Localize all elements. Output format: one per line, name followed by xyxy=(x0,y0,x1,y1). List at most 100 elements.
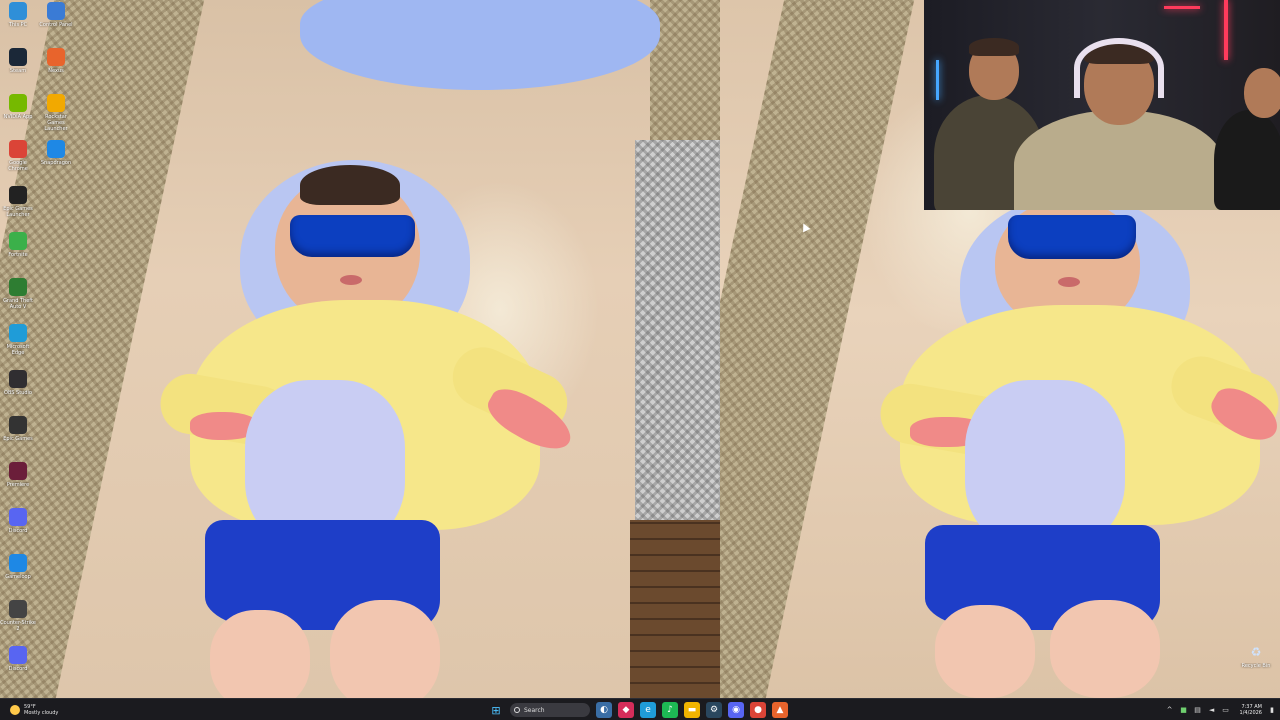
neon-light xyxy=(1164,6,1200,9)
baby-figure-right xyxy=(875,195,1280,698)
desktop-shortcut[interactable]: Gameloop xyxy=(0,554,36,600)
weather-widget[interactable]: 59°F Mostly cloudy xyxy=(10,700,58,720)
person-right-head xyxy=(1244,68,1280,118)
neon-light-blue xyxy=(936,60,939,100)
desktop-shortcut-label: Microsoft Edge xyxy=(6,344,30,356)
taskbar-app-chrome[interactable]: ● xyxy=(750,702,766,718)
gta-icon xyxy=(9,278,27,296)
desktop-shortcut[interactable]: OBS Studio xyxy=(0,370,36,416)
person-center xyxy=(1014,110,1224,210)
wooden-deck xyxy=(630,520,720,698)
desktop-icons-column-2: Control Panel Nexus Rockstar Games Launche… xyxy=(38,2,74,186)
desktop-shortcut-label: Control Panel xyxy=(39,22,73,28)
left-leg xyxy=(210,610,310,698)
blue-towel xyxy=(300,0,660,90)
system-tray: ^ ■ ▤ ◄ ▭ 7:37 AM 1/4/2026 ▮ xyxy=(1166,700,1276,720)
desktop-shortcut-label: Epic Games Launcher xyxy=(3,206,33,218)
taskbar-app-widgets[interactable]: ◐ xyxy=(596,702,612,718)
desktop-shortcut-label: Snapdragon xyxy=(40,160,72,166)
desktop-shortcut[interactable]: Steam xyxy=(0,48,36,94)
desktop-shortcut[interactable]: Fortnite xyxy=(0,232,36,278)
rockstar-icon xyxy=(47,94,65,112)
taskbar-app-steam[interactable]: ⚙ xyxy=(706,702,722,718)
desktop-shortcut-label: Counter-Strike 2 xyxy=(0,620,36,632)
desktop-shortcut[interactable]: This PC xyxy=(0,2,36,48)
desktop-shortcut[interactable]: Grand Theft Auto V xyxy=(0,278,36,324)
desktop-shortcut[interactable]: Rockstar Games Launcher xyxy=(38,94,74,140)
desktop-shortcut[interactable]: NVIDIA App xyxy=(0,94,36,140)
baby-figure-left xyxy=(155,150,600,698)
cloud-sun-icon xyxy=(10,705,20,715)
headset xyxy=(1074,38,1164,98)
desktop-shortcut-label: OBS Studio xyxy=(4,390,32,396)
desktop-shortcut[interactable]: Epic Games xyxy=(0,416,36,462)
taskbar-app-spotify[interactable]: ♪ xyxy=(662,702,678,718)
nvidia-tray-icon[interactable]: ■ xyxy=(1180,706,1188,714)
desktop: This PC Steam NVIDIA App Google Chrome Epic … xyxy=(0,0,1280,720)
discord-icon xyxy=(9,646,27,664)
battery-icon[interactable]: ▭ xyxy=(1222,706,1230,714)
obs-icon xyxy=(9,370,27,388)
desktop-shortcut-label: Nexus xyxy=(48,68,64,74)
desktop-shortcut-label: Grand Theft Auto V xyxy=(3,298,33,310)
cs2-icon xyxy=(9,600,27,618)
recycle-bin-icon: ♻ xyxy=(1250,645,1262,659)
mouth xyxy=(1058,277,1080,287)
desktop-shortcut[interactable]: Nexus xyxy=(38,48,74,94)
computer-icon xyxy=(9,2,27,20)
discord-icon xyxy=(9,508,27,526)
desktop-shortcut[interactable]: Google Chrome xyxy=(0,140,36,186)
windows-start-icon[interactable]: ⊞ xyxy=(488,702,504,718)
search-icon xyxy=(514,707,520,713)
recycle-bin-label: Recycle Bin xyxy=(1241,663,1271,669)
chrome-icon xyxy=(9,140,27,158)
recycle-bin-shortcut[interactable]: ♻ Recycle Bin xyxy=(1238,643,1274,673)
wicker-chair-grey xyxy=(635,140,720,520)
epic-icon xyxy=(9,186,27,204)
volume-icon[interactable]: ◄ xyxy=(1208,706,1216,714)
desktop-icons-column-1: This PC Steam NVIDIA App Google Chrome Epic … xyxy=(0,2,36,692)
desktop-shortcut[interactable]: Discord xyxy=(0,646,36,692)
search-label: Search xyxy=(524,706,545,714)
webcam-overlay xyxy=(924,0,1280,210)
mouth xyxy=(340,275,362,285)
taskbar-center: ⊞ Search ◐ ◆ e ♪ ▬ ⚙ ◉ ● ▲ xyxy=(488,701,788,719)
chevron-up-icon[interactable]: ^ xyxy=(1166,706,1174,714)
neon-light xyxy=(1224,0,1228,60)
sunglasses xyxy=(1008,215,1136,259)
network-icon[interactable]: ▤ xyxy=(1194,706,1202,714)
taskbar-app-edge[interactable]: e xyxy=(640,702,656,718)
desktop-shortcut[interactable]: Counter-Strike 2 xyxy=(0,600,36,646)
desktop-shortcut-label: This PC xyxy=(8,22,28,28)
person-left-hair xyxy=(969,38,1019,56)
desktop-shortcut-label: Google Chrome xyxy=(8,160,28,172)
gameloop-icon xyxy=(9,554,27,572)
left-leg xyxy=(935,605,1035,698)
nvidia-icon xyxy=(9,94,27,112)
desktop-shortcut-label: Fortnite xyxy=(8,252,28,258)
person-right xyxy=(1214,110,1280,210)
desktop-shortcut[interactable]: Control Panel xyxy=(38,2,74,48)
desktop-shortcut-label: Gameloop xyxy=(5,574,31,580)
sunglasses xyxy=(290,215,415,257)
taskbar-app-file-explorer[interactable]: ▬ xyxy=(684,702,700,718)
right-leg xyxy=(1050,600,1160,698)
taskbar-clock[interactable]: 7:37 AM 1/4/2026 xyxy=(1240,704,1262,716)
notifications-icon[interactable]: ▮ xyxy=(1268,706,1276,714)
taskbar-apps: ◐ ◆ e ♪ ▬ ⚙ ◉ ● ▲ xyxy=(596,702,788,718)
taskbar-app-app-orange[interactable]: ▲ xyxy=(772,702,788,718)
desktop-shortcut-label: Discord xyxy=(8,666,28,672)
steam-icon xyxy=(9,48,27,66)
desktop-shortcut[interactable]: Discord xyxy=(0,508,36,554)
edge-icon xyxy=(9,324,27,342)
clock-date: 1/4/2026 xyxy=(1239,710,1262,716)
desktop-shortcut[interactable]: Premiere xyxy=(0,462,36,508)
taskbar-search[interactable]: Search xyxy=(510,703,590,717)
right-leg xyxy=(330,600,440,698)
taskbar-app-app[interactable]: ◆ xyxy=(618,702,634,718)
desktop-shortcut[interactable]: Microsoft Edge xyxy=(0,324,36,370)
desktop-shortcut[interactable]: Epic Games Launcher xyxy=(0,186,36,232)
desktop-shortcut[interactable]: Snapdragon xyxy=(38,140,74,186)
premiere-icon xyxy=(9,462,27,480)
taskbar-app-discord[interactable]: ◉ xyxy=(728,702,744,718)
